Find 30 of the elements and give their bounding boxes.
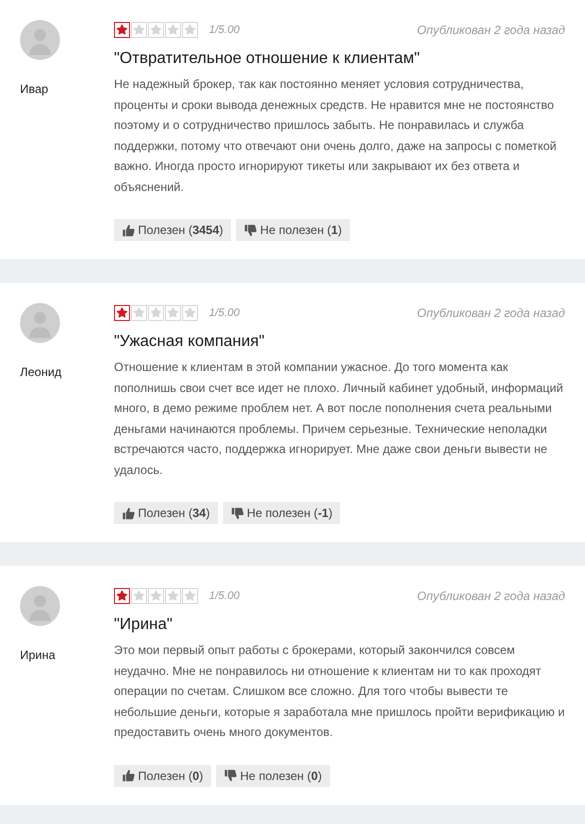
review-title: "Отвратительное отношение к клиентам" (114, 50, 421, 68)
helpful-button[interactable]: Полезен (34) (114, 502, 218, 524)
avatar-icon (20, 586, 60, 626)
helpful-button[interactable]: Полезен (0) (114, 764, 212, 786)
publish-date: Опубликован 2 года назад (417, 306, 565, 320)
review-text: Не надежный брокер, так как постоянно меняет условия сотрудничества, проценты и сроки вывода денежных средств. Не нравится мне не постоянство поэтому и о сотрудничество пришлось забыть. Не понравилась и служба поддержки, потому что отвечают они очень долго, даже на запросы с пометкой важно. Иногда просто игнорируют тикеты или закрывают их без ответа и объяснений. (114, 76, 558, 196)
review-text: Это мои первый опыт работы с брокерами, который закончился совсем неудачно. Мне не понравилось ни отношение к клиентам ни то как проходят операции по счетам. Слишком все сложно. Для того чтобы вывести те небольшие деньги, которые я заработала мне пришлось пройти верификацию и предоставить очень много документов. (114, 642, 565, 741)
not-helpful-button[interactable]: Не полезен (0) (216, 764, 330, 786)
publish-date: Опубликован 2 года назад (417, 23, 565, 37)
not-helpful-button[interactable]: Не полезен (1) (236, 219, 350, 241)
thumbs-up-icon (122, 769, 135, 782)
rating-value: 1/5.00 (209, 24, 240, 36)
rating-value: 1/5.00 (209, 307, 240, 319)
publish-date: Опубликован 2 года назад (417, 589, 565, 603)
review-title: "Ужасная компания" (114, 333, 266, 351)
rating-value: 1/5.00 (209, 590, 240, 602)
avatar-icon (20, 303, 60, 343)
author-name: Ивар (20, 82, 50, 96)
author-name: Леонид (20, 365, 63, 379)
avatar-icon (20, 20, 60, 60)
review-text: Отношение к клиентам в этой компании ужасное. До того момента как пополнишь свои счет все идет не плохо. Личный кабинет удобный, информаций много, в демо режиме проблем нет. А вот после пополнения счета реальными деньгами начинаются проблемы. Причем серьезные. Технические неполадки встречаются часто, поддержка игнорирует. Мне даже свои деньги вывести не удалось. (114, 359, 564, 478)
thumbs-up-icon (122, 224, 135, 236)
thumbs-up-icon (122, 506, 135, 520)
thumbs-down-icon (244, 224, 258, 236)
not-helpful-button[interactable]: Не полезен (-1) (222, 502, 340, 524)
thumbs-down-icon (230, 506, 244, 520)
helpful-button[interactable]: Полезен (3454) (114, 219, 232, 241)
thumbs-down-icon (224, 769, 238, 782)
author-name: Ирина (20, 648, 56, 662)
review-title: "Ирина" (114, 616, 174, 634)
